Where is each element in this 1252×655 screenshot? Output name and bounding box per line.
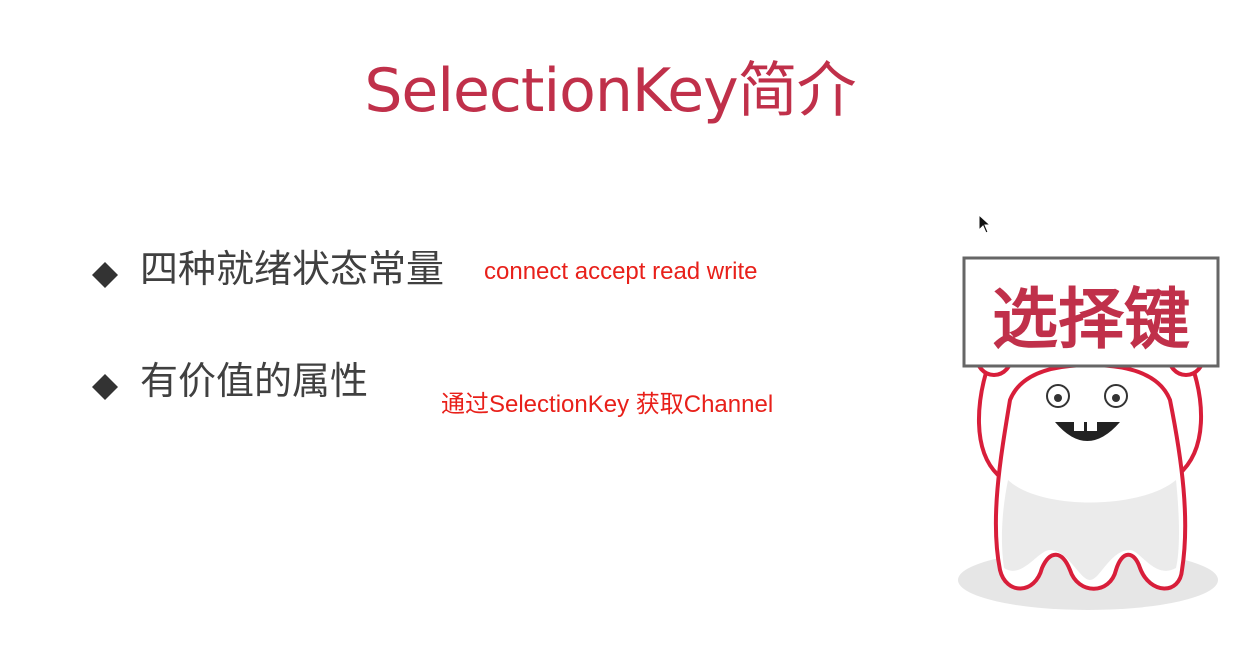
diamond-bullet-icon: [92, 253, 118, 288]
bullet-item-valuable-attributes: 有价值的属性: [92, 350, 368, 405]
bullet-text: 四种就绪状态常量: [140, 247, 445, 291]
diamond-bullet-icon: [92, 365, 118, 400]
slide: SelectionKey简介 四种就绪状态常量 有价值的属性 connect a…: [0, 0, 1252, 655]
mascot-sign-text: 选择键: [992, 281, 1190, 358]
annotation-ready-states: connect accept read write: [484, 258, 758, 285]
mascot-illustration: 选择键: [950, 250, 1230, 624]
slide-title: SelectionKey简介: [364, 56, 856, 126]
mouse-cursor-icon: [978, 213, 992, 238]
bullet-item-ready-states: 四种就绪状态常量: [92, 238, 444, 293]
bullet-text: 有价值的属性: [140, 359, 369, 403]
annotation-get-channel: 通过SelectionKey 获取Channel: [441, 391, 774, 418]
